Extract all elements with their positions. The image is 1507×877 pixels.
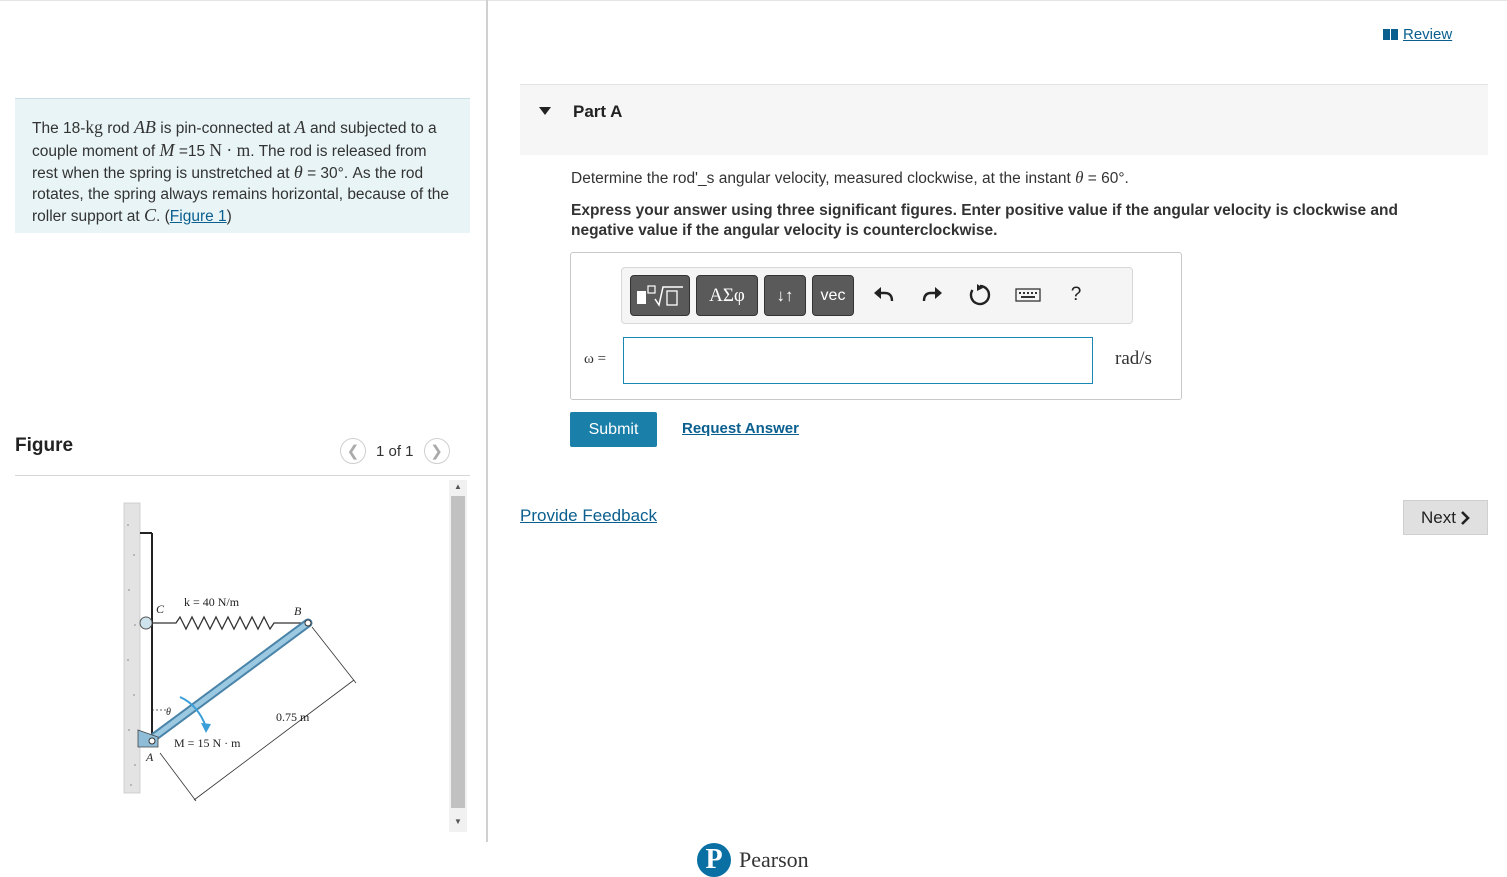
pager-label: 1 of 1: [376, 442, 414, 460]
reset-button[interactable]: [967, 282, 993, 308]
vec-icon: vec: [820, 286, 846, 304]
redo-button[interactable]: [919, 282, 945, 308]
roller-c: [139, 616, 153, 630]
submit-button[interactable]: Submit: [570, 412, 657, 447]
moment-label: M = 15 N · m: [174, 736, 241, 750]
problem-math: θ: [293, 162, 303, 182]
next-figure-button[interactable]: ❯: [423, 438, 450, 464]
pin-a: [148, 737, 156, 745]
greek-button[interactable]: ΑΣφ: [696, 275, 758, 316]
problem-math: M: [159, 139, 175, 160]
pane-divider[interactable]: [486, 0, 488, 842]
problem-text: ): [226, 208, 232, 225]
question-text-part: Determine the rod'_s angular velocity, m…: [571, 170, 1076, 187]
problem-unit: N · m: [209, 139, 251, 160]
figure-pager: ❮ 1 of 1 ❯: [340, 437, 450, 465]
spring: [152, 615, 304, 631]
problem-text: =15: [174, 142, 210, 160]
provide-feedback-link[interactable]: Provide Feedback: [520, 506, 657, 526]
collapse-arrow-icon[interactable]: [539, 107, 551, 115]
reset-icon: [969, 284, 991, 306]
arrows-button[interactable]: ↓↑: [764, 275, 806, 316]
chevron-right-icon: ❯: [430, 443, 443, 460]
brand-name: Pearson: [739, 847, 809, 872]
templates-button[interactable]: [630, 275, 690, 316]
point-a-label: A: [145, 750, 154, 764]
problem-math: A: [294, 117, 306, 137]
problem-text: is pin-connected at: [155, 120, 295, 137]
undo-button[interactable]: [871, 282, 897, 308]
book-icon: [1383, 29, 1399, 40]
scrollbar-thumb[interactable]: [451, 496, 465, 808]
undo-icon: [874, 287, 894, 302]
dimension-extension-a: [159, 752, 197, 802]
theta-label: θ: [166, 707, 171, 718]
scroll-up-icon[interactable]: ▲: [451, 481, 465, 493]
problem-text: rod: [102, 120, 134, 137]
keyboard-button[interactable]: [1014, 282, 1042, 308]
point-c-label: C: [156, 602, 165, 616]
point-b-label: B: [294, 604, 302, 618]
chevron-left-icon: ❮: [346, 443, 360, 460]
redo-icon: [922, 287, 942, 302]
arrows-icon: ↓↑: [776, 285, 794, 305]
help-button[interactable]: ?: [1063, 282, 1089, 308]
problem-math: AB: [133, 117, 156, 137]
request-answer-link[interactable]: Request Answer: [682, 420, 799, 437]
length-label: 0.75 m: [276, 710, 310, 724]
vec-button[interactable]: vec: [812, 275, 854, 316]
review-label[interactable]: Review: [1403, 26, 1452, 43]
wall: [123, 502, 141, 794]
top-border: [0, 0, 1507, 1]
question-text: Determine the rod'_s angular velocity, m…: [571, 168, 1129, 188]
dimension-extension-b: [311, 626, 357, 684]
figure-title: Figure: [15, 435, 74, 456]
answer-instruction: Express your answer using three signific…: [571, 202, 1398, 239]
next-label: Next: [1421, 507, 1456, 527]
prev-figure-button[interactable]: ❮: [340, 438, 366, 464]
help-icon: ?: [1070, 284, 1082, 305]
problem-statement: The 18-kg rod AB is pin-connected at A a…: [15, 98, 470, 233]
review-link[interactable]: Review: [1383, 26, 1452, 43]
unit-label: rad/s: [1115, 348, 1152, 369]
answer-input[interactable]: [623, 337, 1093, 384]
figure-link[interactable]: Figure 1: [170, 208, 227, 225]
chevron-right-icon: [1461, 510, 1470, 525]
pearson-logo-icon: P: [697, 843, 731, 877]
problem-text: . (: [156, 208, 170, 225]
rod-spring-diagram: k = 40 N/m C B A θ 0.75 m M = 15 N · m: [123, 502, 357, 802]
problem-text: The 18-: [32, 120, 86, 137]
next-button[interactable]: Next: [1403, 500, 1488, 535]
greek-icon: ΑΣφ: [709, 284, 745, 306]
templates-icon: [637, 284, 683, 307]
figure-separator: [15, 475, 470, 476]
problem-unit: kg: [85, 117, 103, 137]
scroll-down-icon[interactable]: ▼: [451, 816, 465, 828]
problem-math: C: [144, 205, 157, 225]
pearson-footer: P Pearson: [697, 843, 809, 877]
part-title: Part A: [573, 102, 623, 121]
keyboard-icon: [1015, 288, 1041, 302]
joint-b: [304, 619, 312, 627]
moment-arrowhead: [201, 723, 211, 733]
answer-label: ω =: [584, 351, 607, 367]
part-header[interactable]: [520, 84, 1488, 155]
question-text-part: = 60°.: [1083, 170, 1129, 187]
spring-constant-label: k = 40 N/m: [184, 595, 240, 609]
